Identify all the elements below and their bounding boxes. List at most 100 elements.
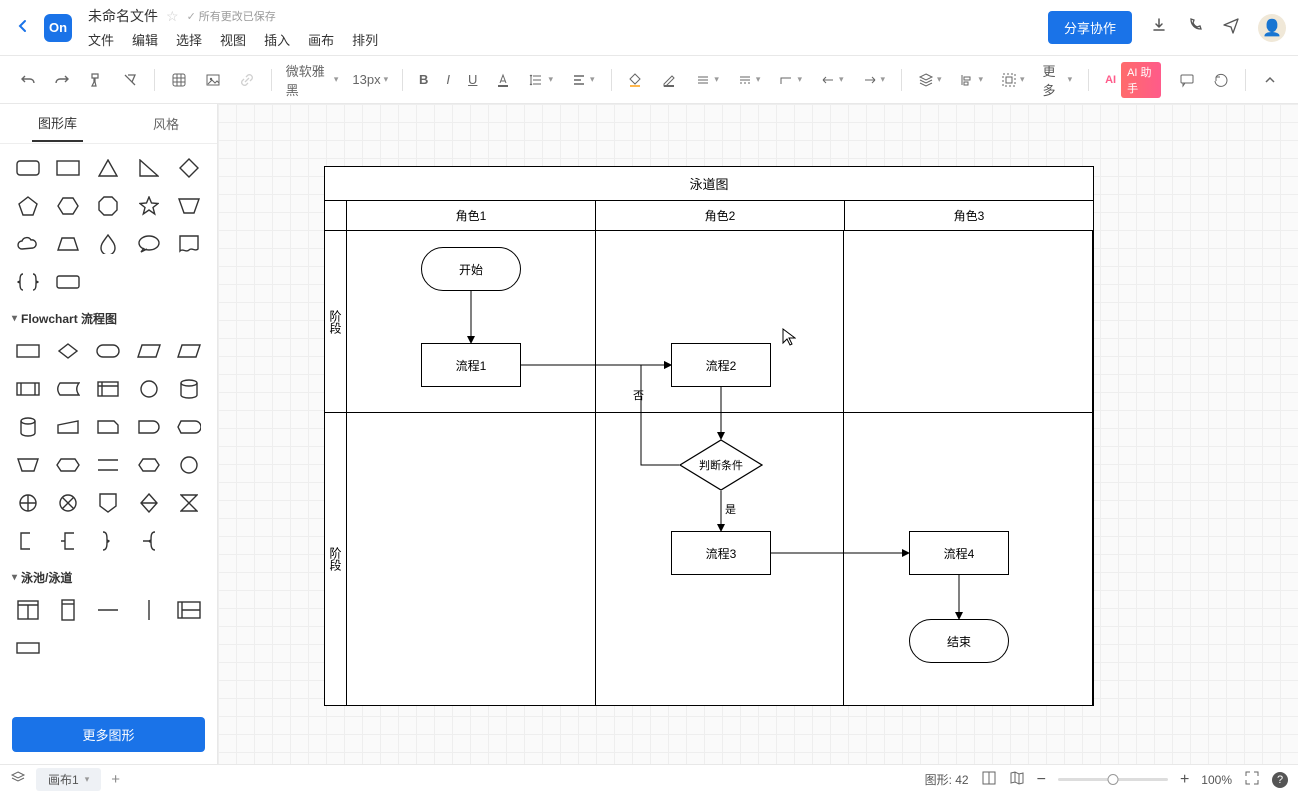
layers-icon[interactable]: [10, 770, 26, 789]
shape-sum[interactable]: [12, 489, 44, 517]
shape-loop[interactable]: [133, 451, 165, 479]
shape-data[interactable]: [133, 337, 165, 365]
shape-swimlane-h[interactable]: [173, 596, 205, 624]
shape-process[interactable]: [12, 337, 44, 365]
node-process1[interactable]: 流程1: [421, 343, 521, 387]
help-icon[interactable]: ?: [1272, 772, 1288, 788]
undo-button[interactable]: [14, 68, 42, 92]
shape-swimlane-v[interactable]: [12, 596, 44, 624]
shape-star[interactable]: [133, 192, 165, 220]
fill-color-button[interactable]: [621, 68, 649, 92]
link-button[interactable]: [233, 68, 261, 92]
shape-parallelogram[interactable]: [173, 337, 205, 365]
back-button[interactable]: [12, 12, 34, 43]
node-process4[interactable]: 流程4: [909, 531, 1009, 575]
line-style-button[interactable]: ▾: [731, 68, 767, 92]
shape-card[interactable]: [92, 413, 124, 441]
shape-annotation2[interactable]: [52, 527, 84, 555]
node-end[interactable]: 结束: [909, 619, 1009, 663]
line-weight-button[interactable]: ▾: [689, 68, 725, 92]
zoom-percent[interactable]: 100%: [1201, 773, 1232, 787]
text-color-button[interactable]: [489, 68, 517, 92]
ai-assistant-button[interactable]: AIAI 助手: [1099, 58, 1167, 102]
zoom-slider[interactable]: [1058, 778, 1168, 781]
menu-select[interactable]: 选择: [176, 30, 202, 49]
stroke-color-button[interactable]: [655, 68, 683, 92]
comment-button[interactable]: [1173, 68, 1201, 92]
more-shapes-button[interactable]: 更多图形: [12, 717, 205, 752]
more-button[interactable]: 更多▾: [1037, 57, 1079, 103]
group-button[interactable]: ▾: [995, 68, 1031, 92]
shape-display[interactable]: [173, 413, 205, 441]
menu-edit[interactable]: 编辑: [132, 30, 158, 49]
shape-preparation[interactable]: [52, 451, 84, 479]
node-start[interactable]: 开始: [421, 247, 521, 291]
download-icon[interactable]: [1150, 16, 1168, 39]
shape-trapezoid-down[interactable]: [173, 192, 205, 220]
swimlane-title[interactable]: 泳道图: [325, 167, 1093, 201]
redo-button[interactable]: [48, 68, 76, 92]
underline-button[interactable]: U: [462, 68, 483, 91]
shape-delay[interactable]: [133, 413, 165, 441]
tab-shapes[interactable]: 图形库: [32, 105, 83, 142]
add-sheet-button[interactable]: +: [111, 771, 120, 788]
avatar[interactable]: 👤: [1258, 14, 1286, 42]
bold-button[interactable]: B: [413, 68, 434, 91]
shape-octagon[interactable]: [92, 192, 124, 220]
phase-1[interactable]: 阶段: [325, 231, 347, 412]
connector-type-button[interactable]: ▾: [772, 68, 808, 92]
shape-brace-right[interactable]: [92, 527, 124, 555]
menu-canvas[interactable]: 画布: [308, 30, 334, 49]
shape-annotation[interactable]: [12, 527, 44, 555]
align-objects-button[interactable]: ▾: [953, 68, 989, 92]
fullscreen-icon[interactable]: [1244, 770, 1260, 789]
lane-1[interactable]: [347, 231, 596, 705]
align-button[interactable]: ▾: [565, 68, 601, 92]
shape-terminator[interactable]: [92, 337, 124, 365]
shape-callout[interactable]: [133, 230, 165, 258]
role-header-2[interactable]: 角色2: [596, 201, 845, 230]
shape-circle2[interactable]: [173, 451, 205, 479]
menu-file[interactable]: 文件: [88, 30, 114, 49]
font-size-select[interactable]: 13px▾: [348, 70, 392, 89]
menu-insert[interactable]: 插入: [264, 30, 290, 49]
shape-stored-data[interactable]: [52, 375, 84, 403]
shape-brace-left[interactable]: [133, 527, 165, 555]
role-header-3[interactable]: 角色3: [845, 201, 1093, 230]
phase-2[interactable]: 阶段: [325, 412, 347, 705]
grid-toggle-button[interactable]: [165, 68, 193, 92]
shape-manual-input[interactable]: [52, 413, 84, 441]
shape-separator-v[interactable]: [133, 596, 165, 624]
shape-sort[interactable]: [133, 489, 165, 517]
category-flowchart[interactable]: Flowchart 流程图: [12, 310, 205, 327]
line-spacing-button[interactable]: ▾: [523, 68, 559, 92]
shape-rect[interactable]: [52, 154, 84, 182]
arrow-end-button[interactable]: ▾: [856, 68, 892, 92]
node-process2[interactable]: 流程2: [671, 343, 771, 387]
sheet-tab[interactable]: 画布1 ▾: [36, 768, 101, 791]
shape-parallel[interactable]: [92, 451, 124, 479]
shape-document[interactable]: [173, 230, 205, 258]
shape-trapezoid[interactable]: [52, 230, 84, 258]
node-process3[interactable]: 流程3: [671, 531, 771, 575]
shape-offpage[interactable]: [92, 489, 124, 517]
map-icon[interactable]: [1009, 770, 1025, 789]
shape-connector-circle[interactable]: [133, 375, 165, 403]
clear-format-button[interactable]: [116, 68, 144, 92]
shape-lane-rect[interactable]: [12, 634, 44, 662]
shapes-panel[interactable]: Flowchart 流程图: [0, 144, 217, 709]
share-button[interactable]: 分享协作: [1048, 11, 1132, 44]
shape-cloud[interactable]: [12, 230, 44, 258]
fit-page-icon[interactable]: [981, 770, 997, 789]
shape-database[interactable]: [173, 375, 205, 403]
shape-collate[interactable]: [173, 489, 205, 517]
role-header-1[interactable]: 角色1: [347, 201, 596, 230]
shape-swimlane-single[interactable]: [52, 596, 84, 624]
shape-internal-storage[interactable]: [92, 375, 124, 403]
zoom-in-button[interactable]: +: [1180, 771, 1189, 789]
shape-predefined[interactable]: [12, 375, 44, 403]
phone-icon[interactable]: [1186, 16, 1204, 39]
image-button[interactable]: [199, 68, 227, 92]
history-button[interactable]: [1207, 68, 1235, 92]
shape-hexagon[interactable]: [52, 192, 84, 220]
